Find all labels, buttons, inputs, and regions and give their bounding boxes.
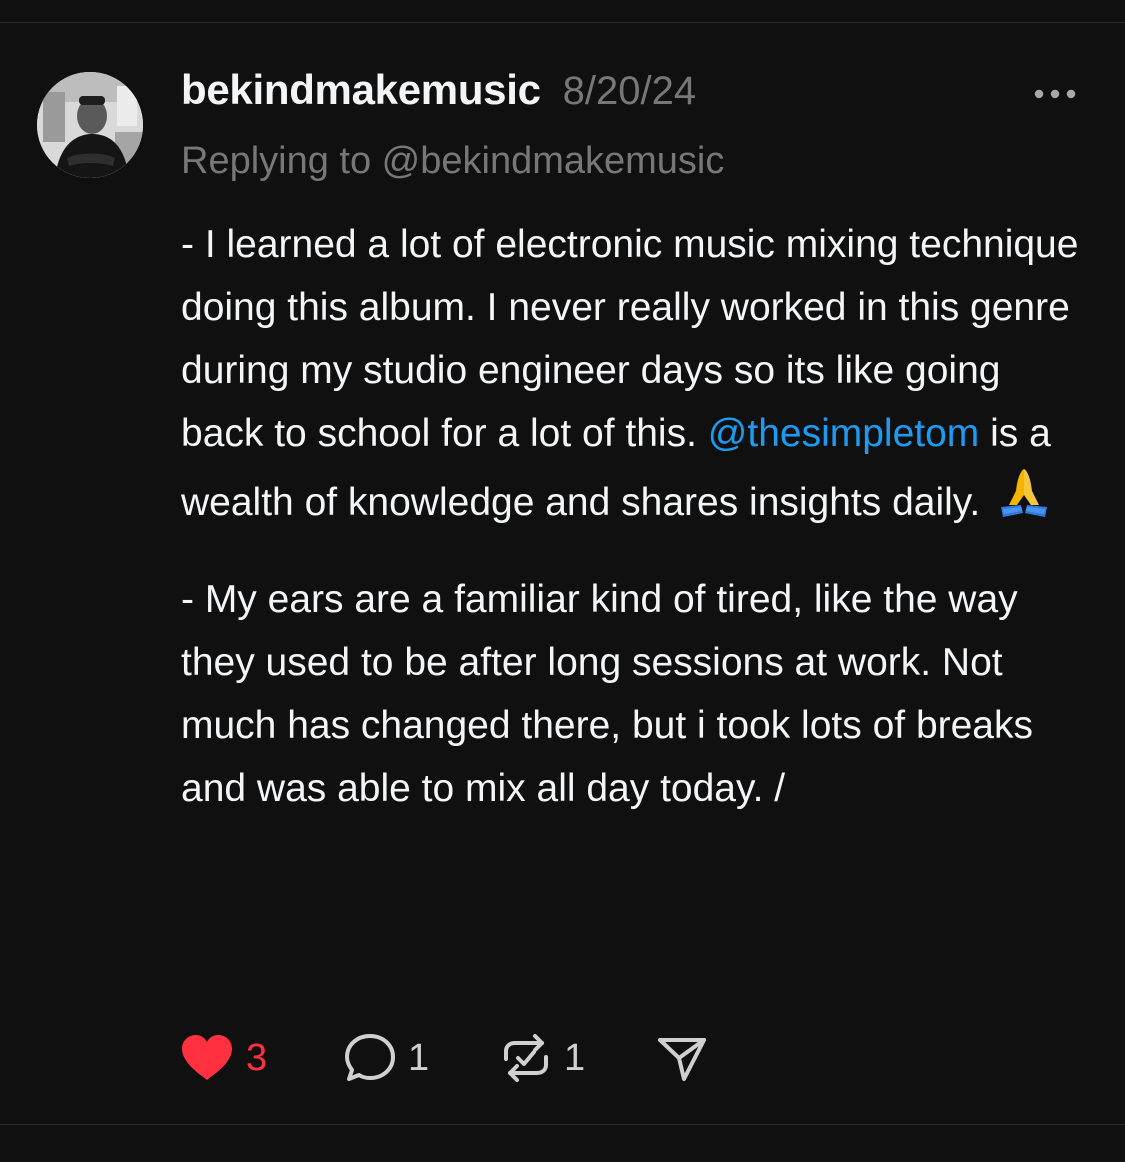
folded-hands-emoji-icon xyxy=(995,465,1053,540)
mention-link[interactable]: @thesimpletom xyxy=(708,412,980,455)
more-horizontal-icon xyxy=(1034,89,1076,99)
post-paragraph-2: - My ears are a familiar kind of tired, … xyxy=(181,578,1034,810)
post-header: bekindmakemusic 8/20/24 xyxy=(181,66,696,114)
repost-icon xyxy=(504,1034,548,1082)
top-divider xyxy=(0,22,1125,23)
reply-button[interactable]: 1 xyxy=(344,1030,429,1086)
paper-plane-icon xyxy=(658,1038,706,1081)
repost-count: 1 xyxy=(564,1036,586,1079)
post-body: - I learned a lot of electronic music mi… xyxy=(181,213,1091,820)
more-options-button[interactable] xyxy=(1030,82,1080,106)
avatar[interactable] xyxy=(37,72,143,178)
share-button[interactable] xyxy=(656,1030,708,1086)
post-author[interactable]: bekindmakemusic xyxy=(181,66,541,114)
avatar-photo xyxy=(37,72,143,178)
like-button[interactable]: 3 xyxy=(180,1030,267,1086)
post-action-bar: 3 1 1 xyxy=(180,1030,780,1086)
post-paragraph-1: - I learned a lot of electronic music mi… xyxy=(181,213,1091,540)
reply-count: 1 xyxy=(408,1036,430,1079)
speech-bubble-icon xyxy=(345,1034,395,1081)
replying-to-label: Replying to @bekindmakemusic xyxy=(181,140,725,182)
post-date: 8/20/24 xyxy=(562,69,697,113)
like-count: 3 xyxy=(246,1036,268,1079)
repost-button[interactable]: 1 xyxy=(500,1030,585,1086)
bottom-divider xyxy=(0,1124,1125,1125)
heart-icon xyxy=(182,1035,232,1080)
